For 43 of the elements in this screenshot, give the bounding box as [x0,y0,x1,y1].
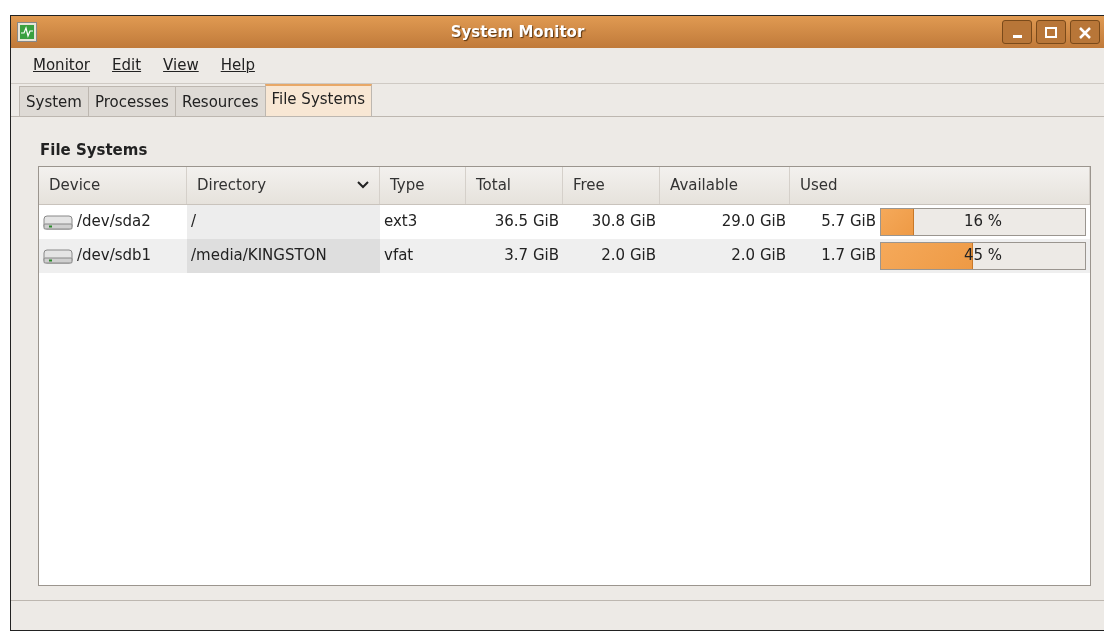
close-icon [1076,24,1094,40]
app-icon [17,22,37,42]
minimize-button[interactable] [1002,20,1032,44]
column-header[interactable]: Used [790,166,1090,204]
column-header[interactable]: Total [466,166,563,204]
table-cell-text: 1.7 GiB [821,245,876,267]
table-cell-text: ext3 [384,211,418,233]
tab[interactable]: File Systems [264,83,373,116]
table-cell-text: 3.7 GiB [504,245,559,267]
column-header[interactable]: Available [660,166,790,204]
column-header[interactable]: Free [563,166,660,204]
table-cell-text: 36.5 GiB [494,211,559,233]
table-cell-text: / [191,211,197,233]
table-cell-text: 2.0 GiB [601,245,656,267]
maximize-icon [1042,24,1060,40]
menu-item[interactable]: Monitor [23,52,101,79]
table-cell-text: 5.7 GiB [821,211,876,233]
maximize-button[interactable] [1036,20,1066,44]
minimize-icon [1012,35,1022,38]
window-title: System Monitor [449,21,586,43]
table-cell-text: 29.0 GiB [721,211,786,233]
drive-icon [43,246,73,265]
tab[interactable]: System [19,85,89,116]
table-cell-text: /dev/sdb1 [77,245,152,267]
tab[interactable]: Processes [87,85,176,116]
table-cell-text: 30.8 GiB [591,211,656,233]
usage-percent: 16 % [963,211,1003,233]
sort-chevron-icon [357,181,369,189]
column-header[interactable]: Directory [187,166,380,204]
table-cell-text: vfat [384,245,414,267]
tab[interactable]: Resources [174,85,266,116]
menu-item[interactable]: Help [210,52,265,79]
usage-percent: 45 % [963,245,1003,267]
table-cell-text: /dev/sda2 [77,211,151,233]
column-header[interactable]: Device [39,166,187,204]
close-button[interactable] [1070,20,1100,44]
table-cell-text: 2.0 GiB [731,245,786,267]
section-title: File Systems [39,140,149,161]
menu-item[interactable]: Edit [102,52,152,79]
drive-icon [43,212,73,231]
menu-item[interactable]: View [153,52,209,79]
column-header[interactable]: Type [380,166,466,204]
table-cell-text: /media/KINGSTON [191,245,327,267]
